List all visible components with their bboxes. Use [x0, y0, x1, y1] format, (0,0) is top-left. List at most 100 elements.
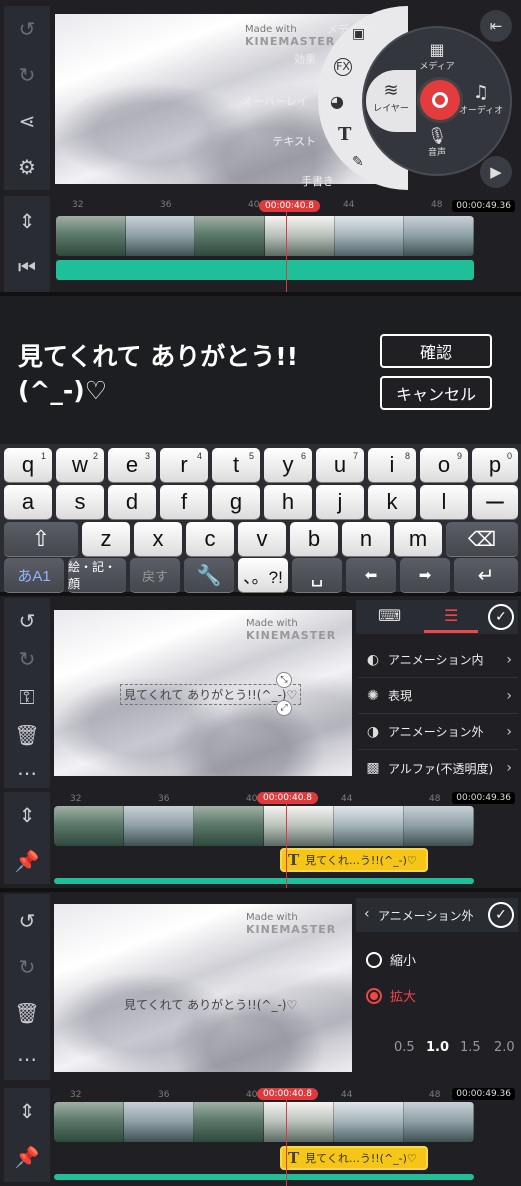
confirm-button[interactable]: 確認: [380, 334, 492, 368]
video-clip[interactable]: [54, 1102, 474, 1142]
undo-icon[interactable]: ↺: [4, 898, 50, 944]
pin-icon[interactable]: 📌: [4, 838, 50, 884]
text-input[interactable]: 見てくれて ありがとう!!(^_-)♡: [18, 340, 368, 408]
key-v[interactable]: v: [238, 522, 286, 556]
punctuation-key[interactable]: 、。?!: [238, 558, 288, 592]
text-layer-selected[interactable]: 見てくれて ありがとう!!(^_-)♡: [120, 684, 302, 705]
playhead-line[interactable]: [286, 212, 287, 292]
text-clip[interactable]: T 見てくれ…う!!(^_-)♡: [280, 1146, 428, 1170]
record-button[interactable]: [420, 80, 460, 120]
key-h[interactable]: h: [264, 485, 312, 519]
list-tab-icon[interactable]: ☰: [444, 606, 458, 625]
key-g[interactable]: g: [212, 485, 260, 519]
redo-icon[interactable]: ↻: [4, 944, 50, 990]
key-c[interactable]: c: [186, 522, 234, 556]
jump-start-icon[interactable]: ⏮: [4, 244, 50, 290]
done-icon[interactable]: ✓: [488, 604, 514, 630]
audio-track[interactable]: [56, 260, 474, 280]
menu-animation-out[interactable]: ◑ アニメーション外 ›: [358, 714, 518, 750]
undo-icon[interactable]: ↺: [4, 6, 50, 52]
menu-effect[interactable]: 効果: [294, 54, 316, 65]
wheel-voice[interactable]: 🎙 音声: [414, 126, 460, 158]
input-mode-key[interactable]: あA1: [4, 558, 64, 592]
tools-key[interactable]: 🔧: [184, 558, 234, 592]
done-icon[interactable]: ✓: [488, 902, 514, 928]
key-k[interactable]: k: [368, 485, 416, 519]
enter-key[interactable]: ↵: [454, 558, 518, 592]
key-f[interactable]: f: [160, 485, 208, 519]
share-icon[interactable]: ⋖: [4, 98, 50, 144]
playhead-line[interactable]: [286, 1100, 287, 1186]
menu-alpha[interactable]: ▩ アルファ(不透明度) ›: [358, 750, 518, 786]
more-icon[interactable]: ⋯: [4, 750, 50, 796]
audio-track[interactable]: [54, 878, 474, 884]
key-q[interactable]: q1: [4, 448, 52, 482]
speed-2-0[interactable]: 2.0: [494, 1040, 515, 1055]
brush-icon[interactable]: ✎: [352, 154, 364, 170]
cursor-right-key[interactable]: ➡: [400, 558, 450, 592]
video-preview[interactable]: Made with KINEMASTER 見てくれて ありがとう!!(^_-)♡: [54, 904, 352, 1072]
speed-0-5[interactable]: 0.5: [394, 1040, 415, 1055]
expand-timeline-icon[interactable]: ⇕: [4, 198, 50, 244]
key-u[interactable]: u7: [316, 448, 364, 482]
menu-handwriting[interactable]: 手書き: [301, 176, 334, 187]
key-e[interactable]: e3: [108, 448, 156, 482]
pin-icon[interactable]: 📌: [4, 1134, 50, 1180]
trash-icon[interactable]: 🗑: [4, 990, 50, 1036]
key-b[interactable]: b: [290, 522, 338, 556]
speed-1-0[interactable]: 1.0: [426, 1040, 449, 1055]
play-button[interactable]: ▶: [480, 156, 512, 188]
key-long-vowel[interactable]: ー: [472, 485, 518, 519]
video-clip[interactable]: [54, 806, 474, 846]
key-o[interactable]: o9: [420, 448, 468, 482]
menu-text[interactable]: テキスト: [272, 136, 316, 147]
shift-key[interactable]: ⇧: [4, 522, 78, 556]
key-s[interactable]: s: [56, 485, 104, 519]
key-r[interactable]: r4: [160, 448, 208, 482]
key-p[interactable]: p0: [472, 448, 518, 482]
image-layer-icon[interactable]: ▣: [352, 26, 365, 42]
key-n[interactable]: n: [342, 522, 390, 556]
video-preview[interactable]: Made with KINEMASTER 見てくれて ありがとう!!(^_-)♡…: [54, 610, 352, 776]
more-icon[interactable]: ⋯: [4, 1036, 50, 1082]
back-chevron-icon[interactable]: ‹: [364, 906, 370, 922]
key-j[interactable]: j: [316, 485, 364, 519]
sticker-icon[interactable]: ◕: [330, 92, 344, 111]
backspace-key[interactable]: ⌫: [446, 522, 518, 556]
playhead-line[interactable]: [286, 804, 287, 888]
space-key[interactable]: ␣: [292, 558, 342, 592]
key-l[interactable]: l: [420, 485, 468, 519]
key-y[interactable]: y6: [264, 448, 312, 482]
emoji-symbol-key[interactable]: 絵・記・顔: [68, 558, 126, 592]
key-w[interactable]: w2: [56, 448, 104, 482]
option-zoom[interactable]: 拡大: [362, 986, 416, 1005]
video-clip[interactable]: [56, 216, 474, 256]
fx-icon[interactable]: FX: [334, 58, 352, 76]
key-m[interactable]: m: [394, 522, 442, 556]
timeline[interactable]: 32 36 40 44 48 00:00:40.8 00:00:49.36 T見…: [54, 792, 517, 888]
wheel-audio[interactable]: ♫ オーディオ: [458, 82, 504, 116]
cancel-button[interactable]: キャンセル: [380, 376, 492, 410]
wheel-media[interactable]: ▦ メディア: [414, 40, 460, 72]
exit-button[interactable]: ⇤: [480, 10, 512, 42]
text-icon[interactable]: T: [338, 124, 351, 145]
menu-animation-in[interactable]: ◐ アニメーション内 ›: [358, 642, 518, 678]
timeline[interactable]: 32 36 40 44 48 00:00:40.8 00:00:49.36 T見…: [54, 1088, 517, 1186]
redo-icon[interactable]: ↻: [4, 52, 50, 98]
scale-handle-icon[interactable]: ⤢: [276, 700, 292, 716]
expand-timeline-icon[interactable]: ⇕: [4, 1088, 50, 1134]
key-d[interactable]: d: [108, 485, 156, 519]
text-layer[interactable]: 見てくれて ありがとう!!(^_-)♡: [124, 996, 297, 1013]
expand-timeline-icon[interactable]: ⇕: [4, 792, 50, 838]
layer-button[interactable]: ≋ レイヤー: [366, 70, 416, 132]
settings-icon[interactable]: ⚙: [4, 144, 50, 190]
key-z[interactable]: z: [82, 522, 130, 556]
key-a[interactable]: a: [4, 485, 52, 519]
key-i[interactable]: i8: [368, 448, 416, 482]
speed-1-5[interactable]: 1.5: [460, 1040, 481, 1055]
key-x[interactable]: x: [134, 522, 182, 556]
text-clip[interactable]: T 見てくれ…う!!(^_-)♡: [280, 848, 428, 872]
menu-overlay[interactable]: オーバーレイ: [242, 96, 308, 107]
audio-track[interactable]: [54, 1174, 474, 1180]
key-t[interactable]: t5: [212, 448, 260, 482]
